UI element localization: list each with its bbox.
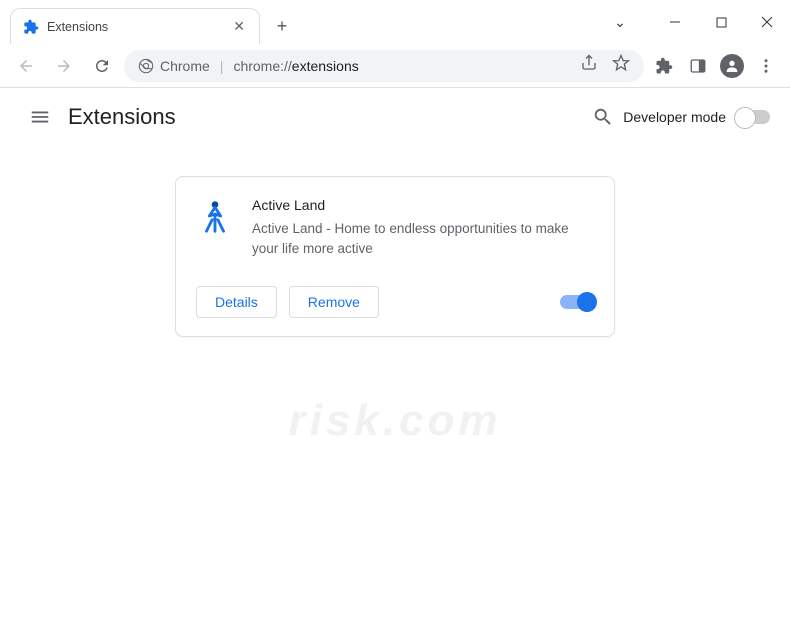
extensions-page-header: Extensions Developer mode (0, 88, 790, 146)
extension-name: Active Land (252, 197, 594, 213)
developer-mode-row: Developer mode (623, 109, 770, 125)
maximize-button[interactable] (698, 0, 744, 44)
hamburger-menu-icon[interactable] (20, 97, 60, 137)
chevron-down-icon[interactable]: ⌄ (606, 14, 634, 31)
search-icon[interactable] (583, 97, 623, 137)
side-panel-icon[interactable] (684, 52, 712, 80)
page-title: Extensions (68, 104, 176, 130)
site-secure-label: Chrome (160, 58, 210, 74)
extension-card: Active Land Active Land - Home to endles… (175, 176, 615, 337)
puzzle-piece-icon (23, 19, 39, 35)
window-controls: ⌄ (606, 0, 790, 44)
close-icon[interactable]: ✕ (231, 16, 247, 37)
extension-description: Active Land - Home to endless opportunit… (252, 219, 594, 260)
details-button[interactable]: Details (196, 286, 277, 318)
extension-enable-toggle[interactable] (560, 295, 594, 309)
browser-tab[interactable]: Extensions ✕ (10, 8, 260, 44)
back-button[interactable] (10, 50, 42, 82)
extensions-content: Active Land Active Land - Home to endles… (0, 146, 790, 367)
extension-icon (196, 197, 234, 235)
developer-mode-toggle[interactable] (736, 110, 770, 124)
close-window-button[interactable] (744, 0, 790, 44)
browser-titlebar: Extensions ✕ + ⌄ (0, 0, 790, 44)
url-text: chrome://extensions (233, 58, 358, 74)
extensions-toolbar-icon[interactable] (650, 52, 678, 80)
kebab-menu-icon[interactable] (752, 52, 780, 80)
share-icon[interactable] (580, 54, 598, 77)
omnibox-divider: | (220, 58, 224, 74)
reload-button[interactable] (86, 50, 118, 82)
chrome-icon (138, 58, 154, 74)
new-tab-button[interactable]: + (268, 12, 296, 40)
remove-button[interactable]: Remove (289, 286, 379, 318)
watermark-sub-text: risk.com (289, 396, 502, 446)
browser-toolbar: Chrome | chrome://extensions (0, 44, 790, 88)
developer-mode-label: Developer mode (623, 109, 726, 125)
minimize-button[interactable] (652, 0, 698, 44)
bookmark-icon[interactable] (612, 54, 630, 77)
forward-button[interactable] (48, 50, 80, 82)
site-info-button[interactable]: Chrome (138, 58, 210, 74)
browser-tab-title: Extensions (47, 20, 231, 34)
profile-avatar[interactable] (718, 52, 746, 80)
address-bar[interactable]: Chrome | chrome://extensions (124, 50, 644, 82)
